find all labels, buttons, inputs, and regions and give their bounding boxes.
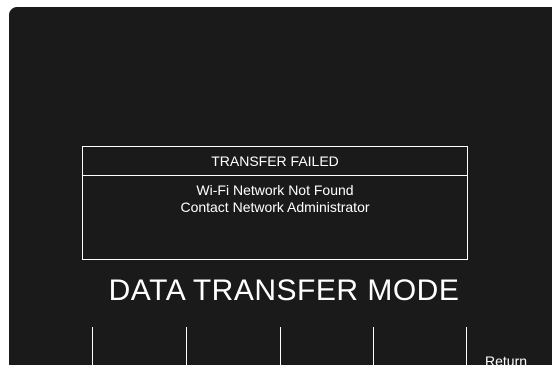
transfer-failed-dialog: TRANSFER FAILED Wi-Fi Network Not Found … — [82, 146, 468, 260]
dialog-message: Wi-Fi Network Not Found Contact Network … — [83, 182, 467, 216]
dialog-message-line-1: Wi-Fi Network Not Found — [196, 182, 354, 198]
softkey-5-divider[interactable] — [466, 327, 467, 372]
softkey-1-divider[interactable] — [92, 327, 93, 372]
return-softkey[interactable]: Return — [485, 352, 527, 370]
mode-title: DATA TRANSFER MODE — [108, 274, 460, 307]
display-screen: TRANSFER FAILED Wi-Fi Network Not Found … — [9, 7, 552, 372]
dialog-message-line-2: Contact Network Administrator — [180, 199, 370, 215]
softkey-2-divider[interactable] — [186, 327, 187, 372]
dialog-title: TRANSFER FAILED — [83, 147, 467, 176]
softkey-4-divider[interactable] — [373, 327, 374, 372]
softkey-3-divider[interactable] — [280, 327, 281, 372]
